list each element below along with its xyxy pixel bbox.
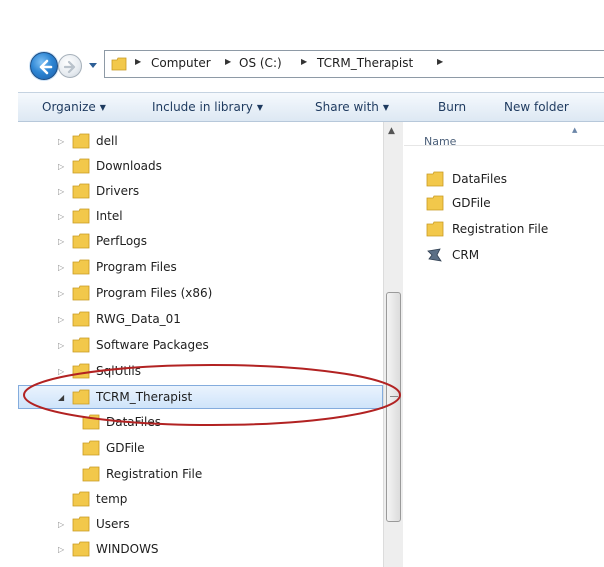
expand-arrow-icon[interactable]: ▷: [58, 315, 64, 324]
navigation-pane: ▷ dell ▷ Downloads ▷ Drivers ▷ Intel ▷ P…: [18, 122, 383, 567]
folder-icon: [72, 337, 90, 353]
back-button[interactable]: [30, 52, 58, 80]
tree-item-intel[interactable]: ▷ Intel: [18, 205, 383, 229]
breadcrumb-computer[interactable]: Computer: [151, 56, 211, 70]
file-item-registration-file[interactable]: Registration File: [404, 218, 604, 242]
expand-arrow-icon[interactable]: ▷: [58, 237, 64, 246]
breadcrumb-os-c[interactable]: OS (C:): [239, 56, 282, 70]
folder-icon: [72, 516, 90, 532]
tree-item-software-packages[interactable]: ▷ Software Packages: [18, 334, 383, 358]
address-row: ▶ Computer ▶ OS (C:) ▶ TCRM_Therapist ▶: [0, 0, 604, 92]
folder-icon: [426, 221, 444, 237]
command-toolbar: Organize ▼ Include in library ▼ Share with…: [18, 92, 604, 122]
breadcrumb-separator-icon[interactable]: ▶: [135, 57, 141, 66]
navigation-scrollbar[interactable]: ▲: [383, 122, 403, 567]
folder-icon: [72, 183, 90, 199]
file-item-datafiles[interactable]: DataFiles: [404, 168, 604, 192]
expand-arrow-icon[interactable]: ▷: [58, 263, 64, 272]
scroll-up-icon[interactable]: ▲: [388, 126, 395, 136]
include-in-library-button[interactable]: Include in library ▼: [152, 100, 263, 114]
folder-icon: [72, 541, 90, 557]
tree-item-users[interactable]: ▷ Users: [18, 513, 383, 537]
tree-item-windows[interactable]: ▷ WINDOWS: [18, 538, 383, 562]
expand-arrow-icon[interactable]: ▷: [58, 289, 64, 298]
scroll-grip: [390, 396, 398, 397]
folder-icon: [426, 171, 444, 187]
tree-item-datafiles[interactable]: DataFiles: [18, 411, 383, 435]
file-item-crm[interactable]: CRM: [404, 244, 604, 268]
expand-arrow-icon[interactable]: ▷: [58, 520, 64, 529]
scrollbar-thumb[interactable]: [386, 292, 401, 522]
expand-arrow-icon[interactable]: ▷: [58, 545, 64, 554]
forward-button[interactable]: [58, 54, 82, 78]
breadcrumb-separator-icon[interactable]: ▶: [437, 57, 443, 66]
file-item-gdfile[interactable]: GDFile: [404, 192, 604, 216]
burn-button[interactable]: Burn: [438, 100, 466, 114]
expand-arrow-icon[interactable]: ▷: [58, 341, 64, 350]
tree-item-gdfile[interactable]: GDFile: [18, 437, 383, 461]
folder-icon: [111, 57, 127, 71]
breadcrumb-tcrm-therapist[interactable]: TCRM_Therapist: [317, 56, 413, 70]
breadcrumb-separator-icon[interactable]: ▶: [225, 57, 231, 66]
file-list-pane: Name ▲ DataFiles GDFile Registration Fil…: [404, 122, 604, 567]
folder-icon: [82, 440, 100, 456]
caret-down-icon: ▼: [256, 103, 264, 112]
expand-arrow-icon[interactable]: ▷: [58, 212, 64, 221]
tree-item-perflogs[interactable]: ▷ PerfLogs: [18, 230, 383, 254]
recent-pages-dropdown-icon[interactable]: [88, 62, 98, 70]
folder-icon: [72, 259, 90, 275]
name-column-header[interactable]: Name ▲: [404, 122, 604, 148]
address-bar[interactable]: ▶ Computer ▶ OS (C:) ▶ TCRM_Therapist ▶: [104, 50, 604, 78]
expand-arrow-icon[interactable]: ▷: [58, 187, 64, 196]
tree-item-registration-file[interactable]: Registration File: [18, 463, 383, 487]
organize-button[interactable]: Organize ▼: [42, 100, 106, 114]
expand-arrow-icon[interactable]: ▷: [58, 367, 64, 376]
share-with-button[interactable]: Share with ▼: [315, 100, 389, 114]
tree-item-rwg-data-01[interactable]: ▷ RWG_Data_01: [18, 308, 383, 332]
tree-item-temp[interactable]: temp: [18, 488, 383, 512]
tree-item-program-files-x86[interactable]: ▷ Program Files (x86): [18, 282, 383, 306]
folder-icon: [72, 491, 90, 507]
expand-arrow-icon[interactable]: ▷: [58, 137, 64, 146]
caret-down-icon: ▼: [382, 103, 390, 112]
tree-item-dell[interactable]: ▷ dell: [18, 130, 383, 154]
folder-icon: [72, 363, 90, 379]
collapse-arrow-icon[interactable]: ◢: [58, 393, 64, 402]
folder-icon: [72, 285, 90, 301]
folder-open-icon: [72, 389, 90, 405]
arrow-left-icon: [39, 59, 53, 75]
application-icon: [427, 248, 442, 262]
folder-icon: [72, 158, 90, 174]
tree-item-downloads[interactable]: ▷ Downloads: [18, 155, 383, 179]
sort-ascending-icon: ▲: [572, 126, 578, 134]
new-folder-button[interactable]: New folder: [504, 100, 569, 114]
caret-down-icon: ▼: [99, 103, 106, 112]
expand-arrow-icon[interactable]: ▷: [58, 162, 64, 171]
folder-icon: [72, 311, 90, 327]
folder-icon: [82, 414, 100, 430]
folder-icon: [82, 466, 100, 482]
arrow-right-icon: [64, 60, 76, 74]
tree-item-tcrm-therapist[interactable]: ◢ TCRM_Therapist: [18, 385, 383, 409]
tree-item-program-files[interactable]: ▷ Program Files: [18, 256, 383, 280]
folder-icon: [72, 233, 90, 249]
tree-item-sqlutils[interactable]: ▷ SqlUtils: [18, 360, 383, 384]
folder-icon: [72, 208, 90, 224]
breadcrumb-separator-icon[interactable]: ▶: [301, 57, 307, 66]
folder-icon: [72, 133, 90, 149]
tree-item-drivers[interactable]: ▷ Drivers: [18, 180, 383, 204]
folder-icon: [426, 195, 444, 211]
